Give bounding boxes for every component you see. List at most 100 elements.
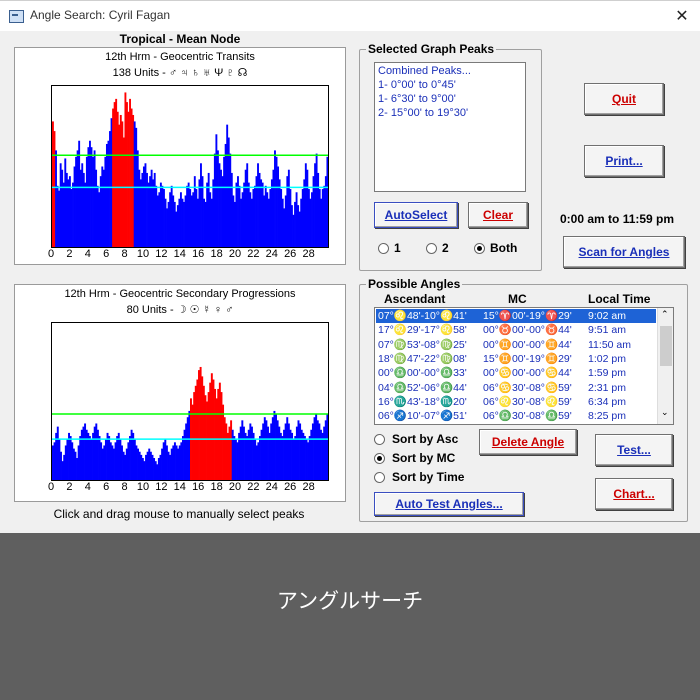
x-tick-label: 4 [84,248,91,260]
peak-list-item[interactable]: Combined Peaks... [378,65,471,77]
test-button[interactable]: Test... [595,434,673,466]
x-tick-label: 22 [247,481,260,493]
print-button[interactable]: Print... [584,145,664,177]
col-local-time: Local Time [588,292,651,306]
x-tick-label: 0 [47,481,55,493]
progressions-plot[interactable] [51,322,329,481]
angle-time: 11:50 am [588,338,631,351]
angle-mc: 00°♉00'-00°♉44' [483,324,572,337]
sort-radio-1[interactable] [374,434,385,445]
bar [326,414,328,480]
x-tick-label: 28 [302,248,315,260]
peak-list-item[interactable]: 1- 0°00' to 0°45' [378,79,456,91]
angle-row[interactable]: 00°♎00'-00°♎33' 00°♋00'-00°♋44' 1:59 pm [376,366,656,380]
x-tick-label: 18 [210,481,223,493]
harmonic-radio-label: Both [490,241,518,255]
x-tick-label: 24 [265,248,278,260]
angle-row[interactable]: 07°♌48'-10°♌41' 15°♈00'-19°♈29' 9:02 am [376,309,656,324]
x-tick-label: 28 [302,481,315,493]
transits-graph-units: 138 Units - ♂ ♃ ♄ ♅ Ψ ♇ ☊ [112,67,248,79]
x-tick-label: 4 [84,481,91,493]
harmonic-radio-2[interactable] [426,243,437,254]
angle-search-window: Angle Search: Cyril Fagan ✕ Tropical - M… [0,0,700,533]
angle-asc: 16°♏43'-18°♏20' [378,395,467,408]
x-tick-label: 16 [192,481,205,493]
harmonic-radio-1[interactable] [378,243,389,254]
angles-scrollbar[interactable]: ⌃ ⌄ [657,308,673,424]
x-tick-label: 0 [47,248,55,260]
x-tick-label: 26 [284,248,297,260]
sort-radio-3[interactable] [374,472,385,483]
sort-radio-label: Sort by Time [392,470,465,484]
transits-graph[interactable]: 12th Hrm - Geocentric Transits 138 Units… [14,47,346,265]
x-tick-label: 20 [228,481,242,493]
angle-mc: 06°♋30'-08°♋59' [483,381,572,394]
autoselect-button[interactable]: AutoSelect [374,202,458,228]
sort-radio-2[interactable] [374,453,385,464]
harmonic-radio-label: 2 [442,241,449,255]
angle-row[interactable]: 16°♏43'-18°♏20' 06°♌30'-08°♌59' 6:34 pm [376,395,656,409]
chart-svg [52,366,328,480]
angle-mc: 15°♊00'-19°♊29' [483,352,572,365]
scroll-thumb[interactable] [660,326,672,366]
transits-plot[interactable] [51,85,329,248]
angle-row[interactable]: 06°♐10'-07°♐51' 06°♎30'-08°♎59' 8:25 pm [376,409,656,423]
x-tick-label: 10 [136,481,150,493]
angle-asc: 07°♍53'-08°♍25' [378,338,467,351]
close-icon[interactable]: ✕ [670,5,694,27]
chart-svg [52,92,328,247]
x-tick-label: 20 [228,248,242,260]
x-tick-label: 24 [265,481,278,493]
transits-graph-title: 12th Hrm - Geocentric Transits [105,51,255,63]
progressions-graph[interactable]: 12th Hrm - Geocentric Secondary Progress… [14,284,346,502]
harmonic-radio-label: 1 [394,241,401,255]
angle-asc: 00°♎00'-00°♎33' [378,367,467,380]
scroll-down-icon[interactable]: ⌄ [661,408,669,418]
x-tick-label: 2 [66,481,73,493]
x-tick-label: 6 [103,481,110,493]
col-mc: MC [508,292,527,306]
angle-time: 9:51 am [588,324,626,337]
bar [326,156,328,247]
x-tick-label: 10 [136,248,150,260]
angle-asc: 07°♌48'-10°♌41' [378,310,467,322]
selected-peaks-list[interactable]: Combined Peaks... 1- 0°00' to 0°45' 1- 6°3… [374,62,526,192]
caption-text: アングルサーチ [276,589,424,613]
angle-row[interactable]: 17°♌29'-17°♌58' 00°♉00'-00°♉44' 9:51 am [376,323,656,337]
angle-asc: 18°♍47'-22°♍08' [378,352,467,365]
angle-row[interactable]: 04°♎52'-06°♎44' 06°♋30'-08°♋59' 2:31 pm [376,381,656,395]
selected-peaks-title: Selected Graph Peaks [366,42,497,56]
app-icon [9,10,24,23]
progressions-graph-units: 80 Units - ☽ ☉ ☿ ♀ ♂ [126,304,234,316]
x-tick-label: 14 [173,481,186,493]
delete-angle-button[interactable]: Delete Angle [479,429,577,455]
x-tick-label: 16 [192,248,205,260]
angle-mc: 06°♌30'-08°♌59' [483,395,572,408]
possible-angles-list[interactable]: 07°♌48'-10°♌41' 15°♈00'-19°♈29' 9:02 am 17°… [374,307,674,425]
angle-time: 6:34 pm [588,395,626,408]
angle-row[interactable]: 07°♍53'-08°♍25' 00°♊00'-00°♊44' 11:50 am [376,338,656,352]
angle-row[interactable]: 18°♍47'-22°♍08' 15°♊00'-19°♊29' 1:02 pm [376,352,656,366]
x-tick-label: 6 [103,248,110,260]
quit-button[interactable]: Quit [584,83,664,115]
x-tick-label: 8 [121,248,128,260]
angle-asc: 17°♌29'-17°♌58' [378,324,467,337]
x-tick-label: 22 [247,248,260,260]
chart-button[interactable]: Chart... [595,478,673,510]
peak-list-item[interactable]: 2- 15°00' to 19°30' [378,107,468,119]
window-title: Angle Search: Cyril Fagan [30,8,171,22]
scroll-up-icon[interactable]: ⌃ [661,310,669,320]
x-tick-label: 14 [173,248,186,260]
auto-test-angles-button[interactable]: Auto Test Angles... [374,492,524,516]
clear-button[interactable]: Clear [468,202,528,228]
peak-list-item[interactable]: 1- 6°30' to 9°00' [378,93,456,105]
hint-text: Click and drag mouse to manually select … [53,507,305,521]
x-tick-label: 18 [210,248,223,260]
angle-time: 2:31 pm [588,381,626,394]
angle-mc: 06°♎30'-08°♎59' [483,410,572,423]
title-bar: Angle Search: Cyril Fagan ✕ [0,1,700,31]
x-tick-label: 2 [66,248,73,260]
scan-for-angles-button[interactable]: Scan for Angles [563,236,685,268]
angle-asc: 06°♐10'-07°♐51' [378,410,467,423]
harmonic-radio-3[interactable] [474,243,485,254]
